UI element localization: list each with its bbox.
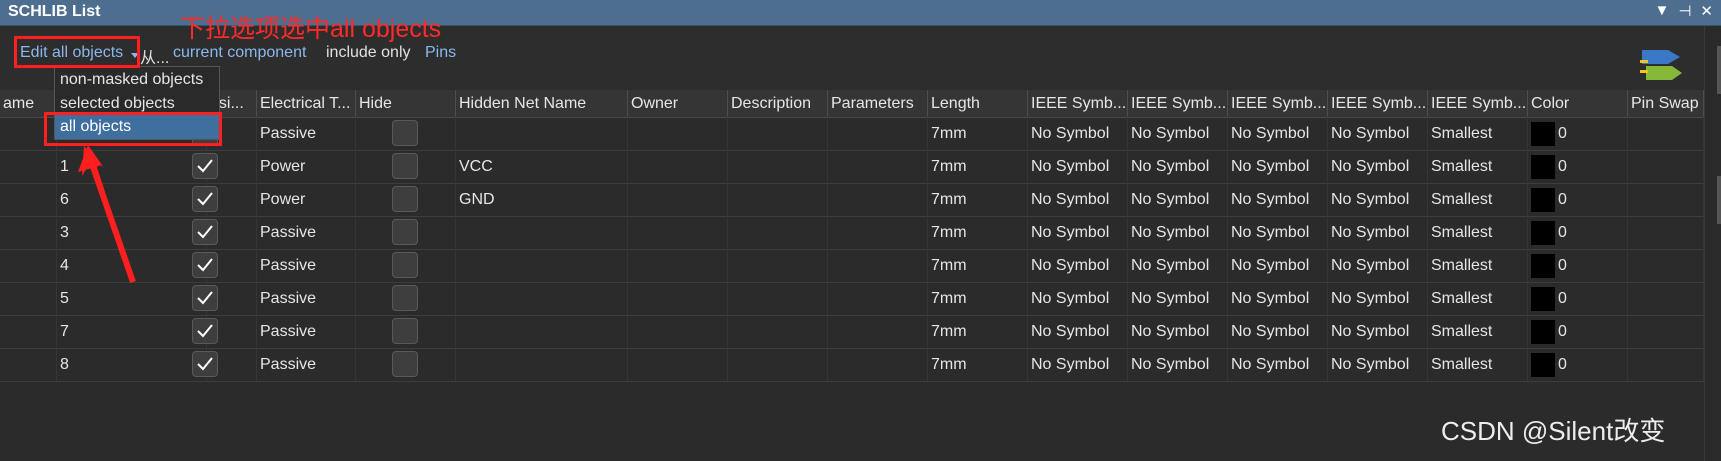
scrollbar-marker <box>1717 176 1721 224</box>
watermark: CSDN @Silent改变 <box>1441 416 1666 446</box>
scrollbar-thumb[interactable] <box>1717 46 1721 94</box>
vertical-scrollbar[interactable] <box>1704 26 1721 461</box>
annotation-arrow <box>78 145 136 283</box>
